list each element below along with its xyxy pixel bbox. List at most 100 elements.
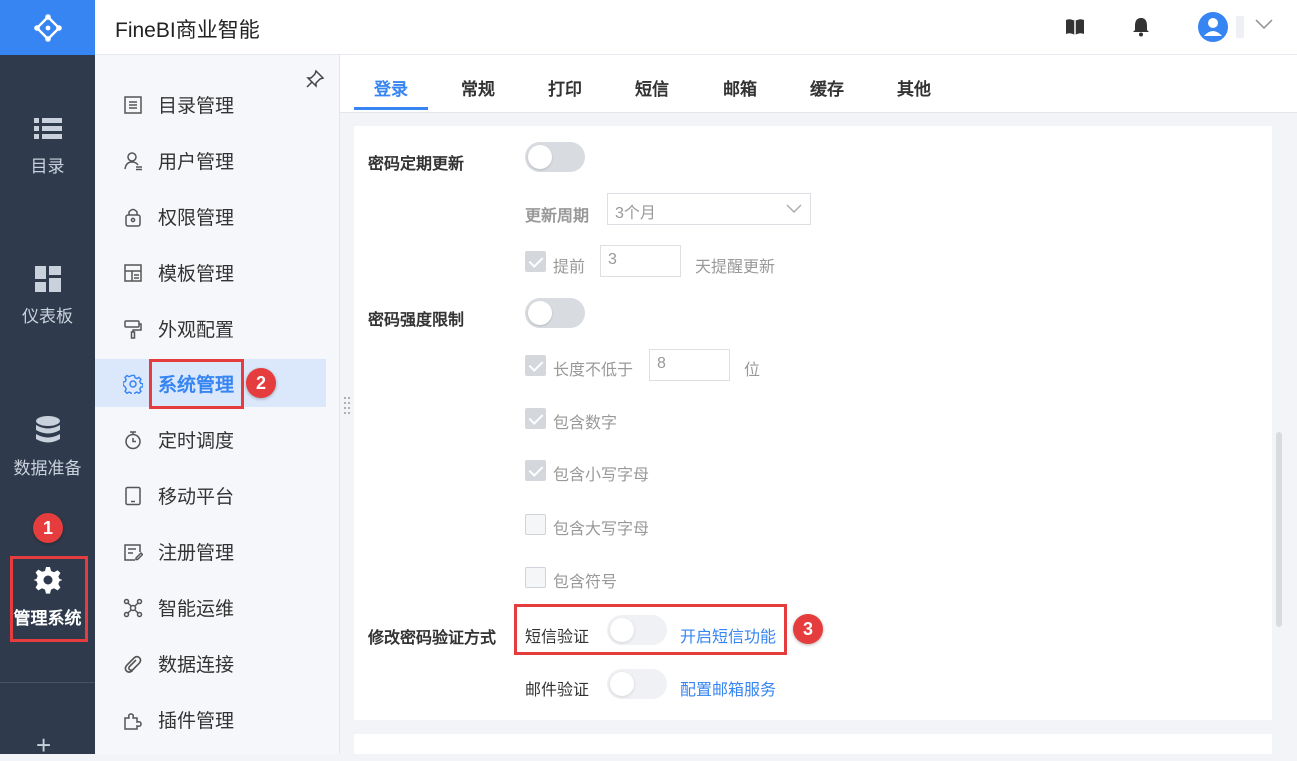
- nav-item-data-prep[interactable]: 数据准备: [0, 416, 95, 479]
- annotation-box-2: [149, 359, 244, 409]
- top-header: FineBI商业智能: [95, 0, 1297, 55]
- update-cycle-value: 3个月: [615, 205, 656, 222]
- nav-item-dashboard[interactable]: 仪表板: [0, 266, 95, 327]
- symbol-checkbox[interactable]: [525, 567, 546, 588]
- chevron-down-icon: [786, 204, 802, 213]
- submenu-item-label: 智能运维: [158, 598, 235, 620]
- user-name[interactable]: [1236, 16, 1244, 38]
- lock-icon: [125, 208, 141, 227]
- register-icon: [124, 544, 143, 561]
- pwd-expire-label: 密码定期更新: [368, 156, 465, 173]
- nav-divider: [0, 682, 95, 683]
- submenu-item-schedule[interactable]: 定时调度: [95, 415, 326, 463]
- network-icon: [123, 598, 143, 618]
- tab-sms[interactable]: 短信: [635, 75, 669, 100]
- avatar[interactable]: [1198, 12, 1228, 42]
- submenu-item-label: 数据连接: [158, 654, 235, 676]
- stopwatch-icon: [125, 431, 141, 450]
- catalog-icon: [124, 96, 142, 114]
- next-panel: [354, 734, 1272, 754]
- lowercase-checkbox[interactable]: [525, 460, 546, 481]
- scrollbar[interactable]: [1276, 432, 1282, 627]
- submenu-item-label: 权限管理: [158, 207, 235, 229]
- nav-item-label: 仪表板: [22, 307, 73, 326]
- advance-checkbox[interactable]: [525, 251, 546, 272]
- annotation-badge-2: 2: [246, 368, 276, 398]
- submenu-item-appearance[interactable]: 外观配置: [95, 304, 326, 352]
- verify-method-label: 修改密码验证方式: [368, 630, 497, 647]
- list-icon: [33, 118, 62, 139]
- digits-label: 包含数字: [553, 415, 618, 432]
- submenu-item-label: 移动平台: [158, 486, 235, 508]
- submenu-item-catalog[interactable]: 目录管理: [95, 80, 326, 128]
- submenu-item-label: 目录管理: [158, 95, 235, 117]
- submenu-item-permissions[interactable]: 权限管理: [95, 192, 326, 240]
- submenu-item-label: 外观配置: [158, 319, 235, 341]
- database-icon: [35, 416, 60, 443]
- lowercase-label: 包含小写字母: [553, 467, 650, 484]
- symbol-label: 包含符号: [553, 574, 618, 591]
- update-cycle-select[interactable]: 3个月: [607, 193, 811, 225]
- email-verify-label: 邮件验证: [525, 682, 590, 699]
- tab-other[interactable]: 其他: [897, 75, 931, 100]
- annotation-badge-1: 1: [33, 513, 63, 543]
- submenu-item-ops[interactable]: 智能运维: [95, 583, 326, 631]
- annotation-box-3: [514, 604, 787, 655]
- user-icon: [124, 152, 142, 171]
- plus-icon[interactable]: +: [36, 730, 51, 761]
- pwd-expire-toggle[interactable]: [525, 142, 585, 172]
- tab-cache[interactable]: 缓存: [810, 75, 844, 100]
- config-email-link[interactable]: 配置邮箱服务: [680, 676, 776, 700]
- gear-icon: [123, 374, 143, 394]
- submenu-item-plugins[interactable]: 插件管理: [95, 695, 326, 743]
- tab-print[interactable]: 打印: [548, 75, 582, 100]
- notification-bell-icon[interactable]: [1132, 17, 1150, 37]
- submenu-item-label: 模板管理: [158, 263, 235, 285]
- app-logo[interactable]: [0, 0, 95, 55]
- tab-general[interactable]: 常规: [461, 75, 495, 100]
- plugin-icon: [124, 713, 142, 730]
- tablet-icon: [125, 486, 141, 506]
- link-icon: [124, 655, 142, 673]
- email-verify-toggle[interactable]: [607, 669, 667, 699]
- dashboard-icon: [34, 266, 61, 292]
- submenu-item-label: 用户管理: [158, 151, 235, 173]
- submenu-item-register[interactable]: 注册管理: [95, 527, 326, 575]
- submenu-item-mobile[interactable]: 移动平台: [95, 471, 326, 519]
- annotation-box-1: [10, 556, 88, 642]
- advance-label: 提前: [553, 259, 586, 276]
- digits-checkbox[interactable]: [525, 408, 546, 429]
- chevron-down-icon[interactable]: [1255, 18, 1273, 30]
- submenu-item-connections[interactable]: 数据连接: [95, 639, 326, 687]
- nav-item-label: 目录: [30, 157, 65, 176]
- template-icon: [124, 264, 142, 282]
- advance-days-input[interactable]: 3: [600, 245, 681, 277]
- nav-item-catalog[interactable]: 目录: [0, 116, 95, 177]
- app-title: FineBI商业智能: [115, 19, 260, 42]
- submenu-item-label: 注册管理: [158, 542, 235, 564]
- paint-roller-icon: [124, 320, 142, 339]
- uppercase-checkbox[interactable]: [525, 514, 546, 535]
- resize-handle-icon[interactable]: [343, 395, 351, 415]
- min-length-label: 长度不低于: [553, 362, 634, 379]
- min-length-checkbox[interactable]: [525, 355, 546, 376]
- submenu-item-templates[interactable]: 模板管理: [95, 248, 326, 296]
- submenu-item-label: 插件管理: [158, 710, 235, 732]
- min-length-suffix: 位: [744, 362, 761, 379]
- active-tab-indicator: [354, 107, 428, 110]
- min-length-input[interactable]: 8: [649, 349, 730, 381]
- logo-icon: [33, 13, 62, 42]
- submenu-item-users[interactable]: 用户管理: [95, 136, 326, 184]
- submenu-item-label: 定时调度: [158, 430, 235, 452]
- pwd-strength-toggle[interactable]: [525, 298, 585, 328]
- annotation-badge-3: 3: [793, 614, 823, 644]
- tab-login[interactable]: 登录: [374, 75, 408, 100]
- update-cycle-label: 更新周期: [525, 208, 590, 225]
- pwd-strength-label: 密码强度限制: [368, 312, 465, 329]
- nav-item-label: 数据准备: [13, 459, 82, 478]
- settings-tabs: 登录 常规 打印 短信 邮箱 缓存 其他: [340, 55, 1297, 113]
- uppercase-label: 包含大写字母: [553, 521, 650, 538]
- tab-email[interactable]: 邮箱: [723, 75, 757, 100]
- help-book-icon[interactable]: [1065, 18, 1085, 36]
- user-avatar-icon: [1204, 18, 1222, 36]
